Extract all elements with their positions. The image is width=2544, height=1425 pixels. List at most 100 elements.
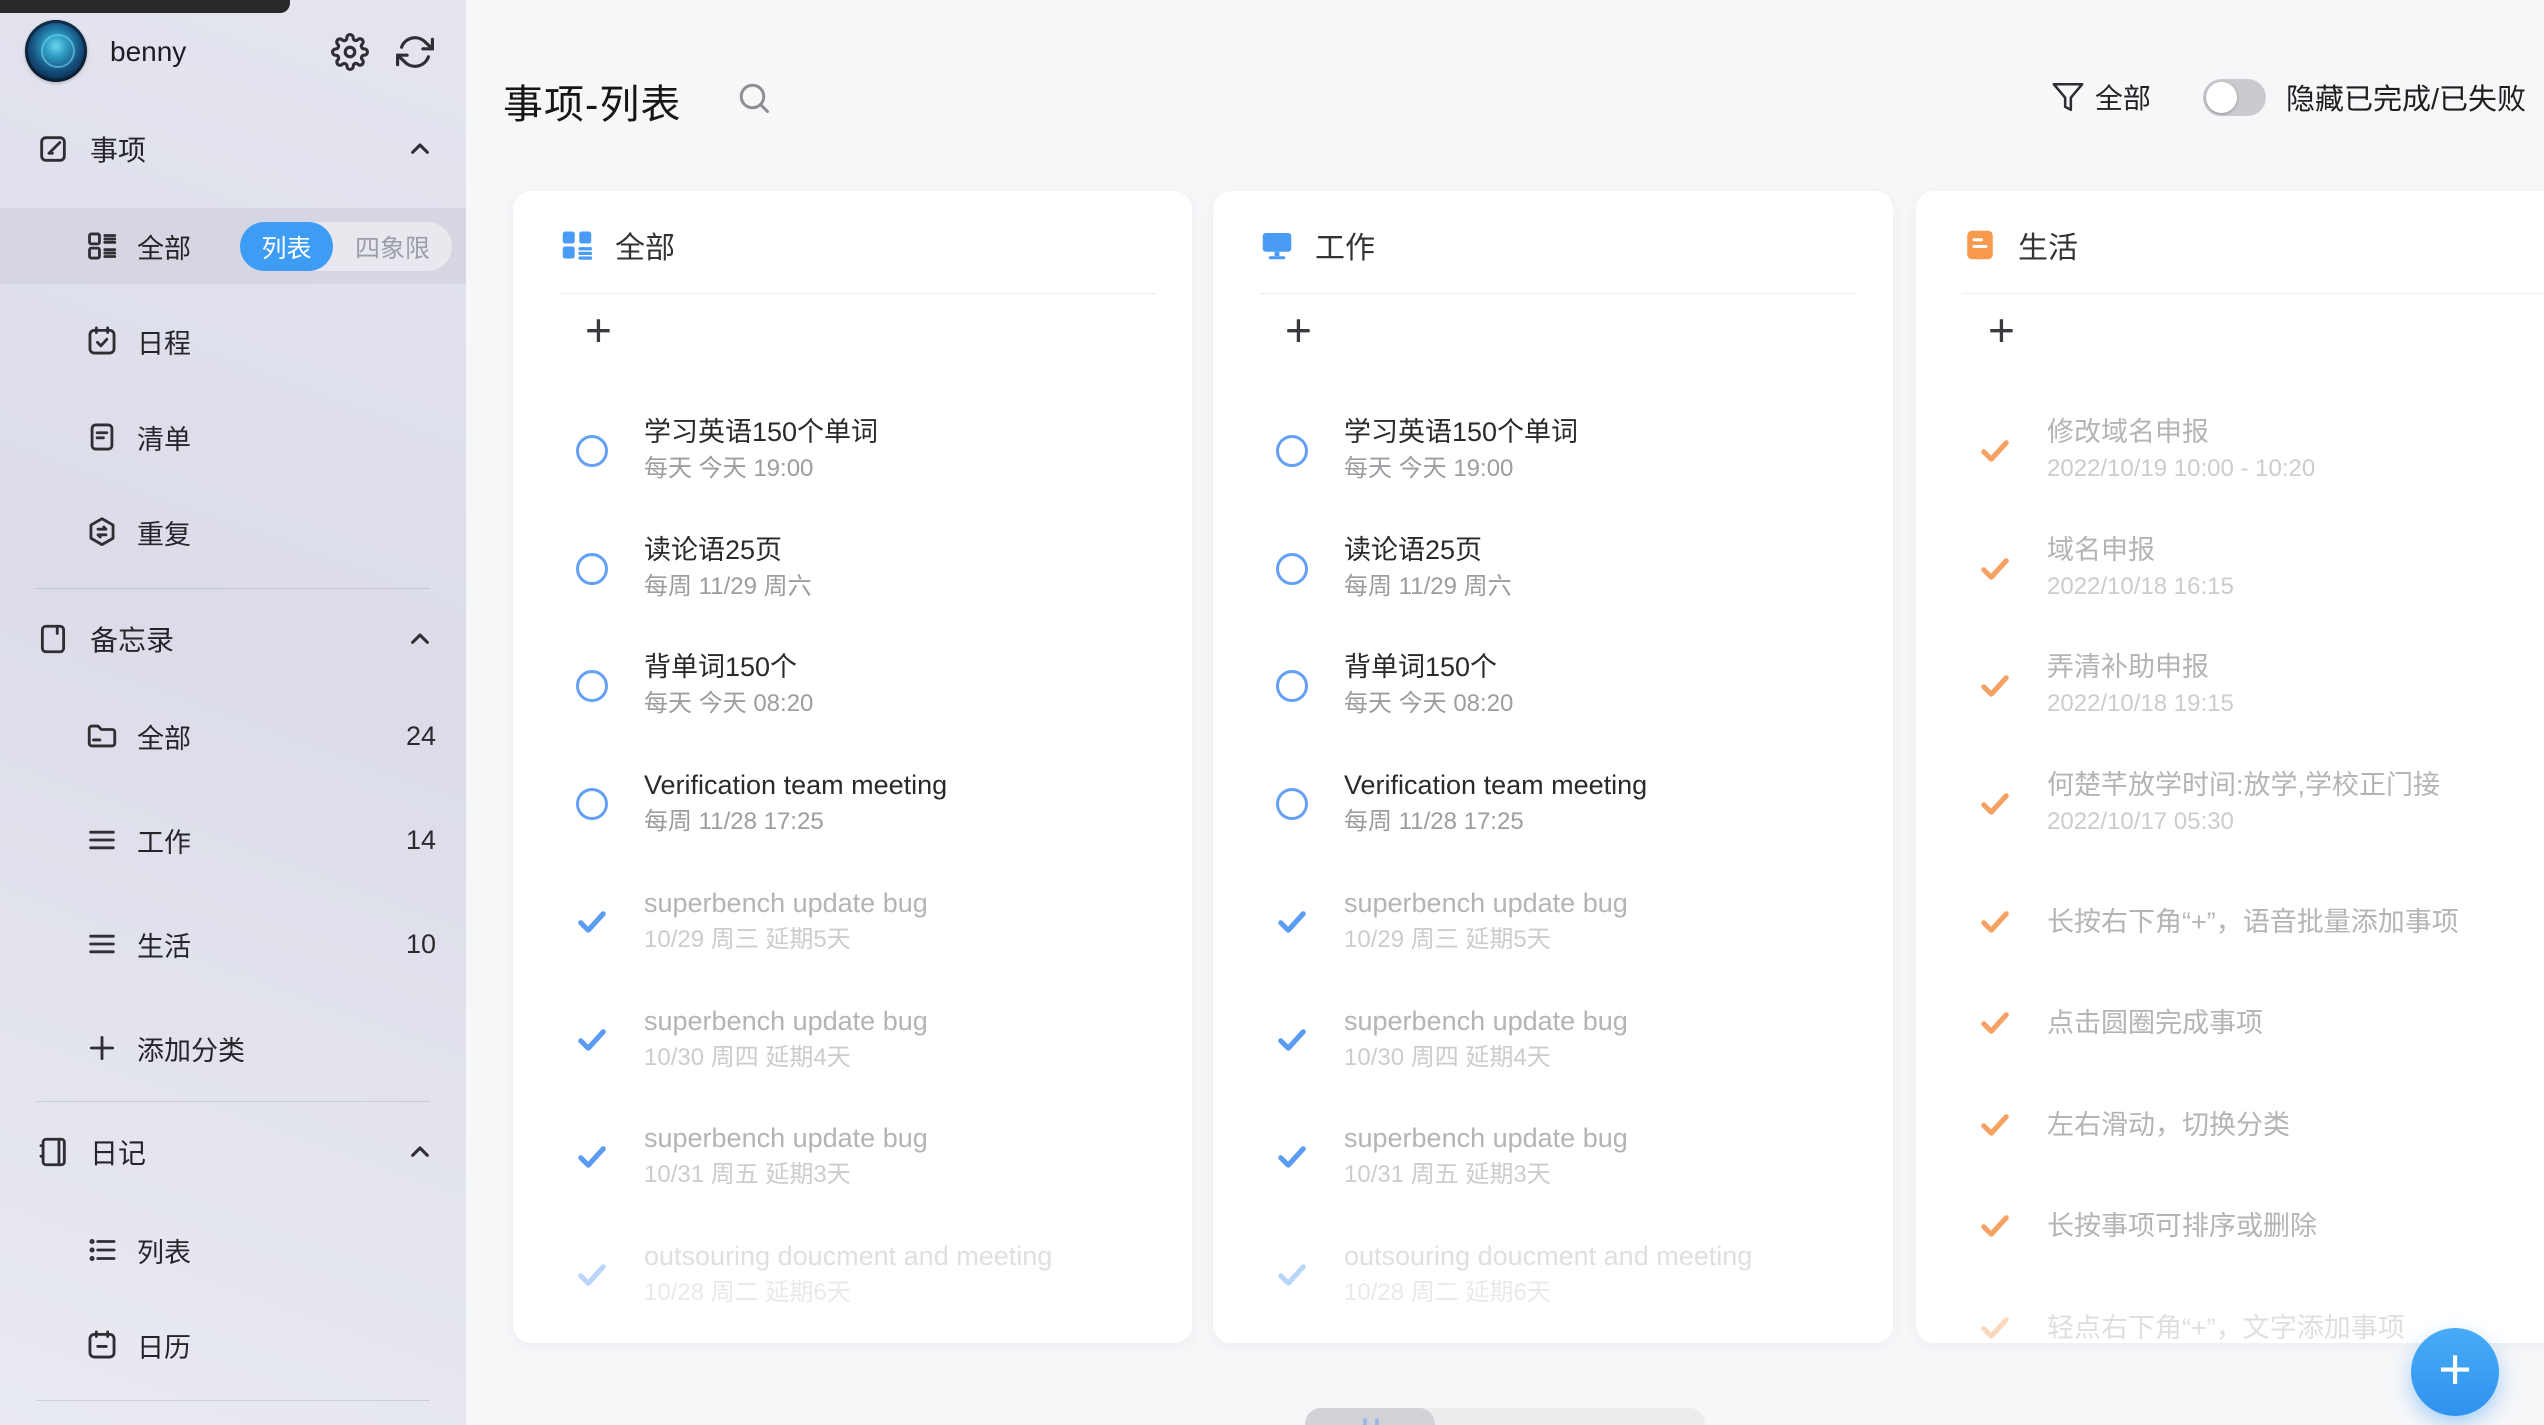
task-row[interactable]: 何楚芊放学时间:放学,学校正门接 2022/10/17 05:30 xyxy=(1916,756,2544,866)
task-row[interactable]: 学习英语150个单词 每天 今天 19:00 xyxy=(1213,403,1893,513)
task-row[interactable]: 读论语25页 每周 11/29 周六 xyxy=(1213,521,1893,631)
task-row[interactable]: 学习英语150个单词 每天 今天 19:00 xyxy=(513,403,1192,513)
task-title: 学习英语150个单词 xyxy=(1344,415,1578,449)
task-row[interactable]: Verification team meeting 每周 11/28 17:25 xyxy=(1213,756,1893,866)
check-icon[interactable] xyxy=(1977,904,2013,940)
check-icon[interactable] xyxy=(1274,1022,1310,1058)
search-icon[interactable] xyxy=(736,80,772,116)
add-task-button[interactable]: + xyxy=(585,307,612,353)
sidebar-section-1[interactable]: 备忘录 xyxy=(0,591,466,687)
task-title: 背单词150个 xyxy=(644,650,797,684)
task-subtitle: 2022/10/19 10:00 - 10:20 xyxy=(2047,454,2315,484)
check-icon[interactable] xyxy=(574,1139,610,1175)
task-row[interactable]: outsouring doucment and meeting 10/28 周二… xyxy=(1213,1227,1893,1337)
settings-gear-icon[interactable] xyxy=(331,33,369,71)
task-title: outsouring doucment and meeting xyxy=(644,1239,1052,1273)
task-circle[interactable] xyxy=(1276,435,1308,467)
check-icon[interactable] xyxy=(1977,433,2013,469)
task-row[interactable]: outsouring doucment and meeting 10/28 周二… xyxy=(513,1227,1192,1337)
task-row[interactable]: 弄清补助申报 2022/10/18 19:15 xyxy=(1916,638,2544,748)
check-icon[interactable] xyxy=(1977,786,2013,822)
sidebar-section-2[interactable]: 日记 xyxy=(0,1104,466,1200)
check-icon[interactable] xyxy=(1977,668,2013,704)
horizontal-scrollbar[interactable] xyxy=(1305,1408,1705,1425)
card-title: 工作 xyxy=(1315,223,1375,267)
task-row[interactable]: 修改域名申报 2022/10/19 10:00 - 10:20 xyxy=(1916,403,2544,513)
task-row[interactable]: superbench update bug 10/29 周三 延期5天 xyxy=(1213,874,1893,984)
filter-label[interactable]: 全部 xyxy=(2095,77,2151,117)
sidebar-item-日历[interactable]: 日历 xyxy=(0,1297,466,1393)
check-icon[interactable] xyxy=(1977,551,2013,587)
check-icon[interactable] xyxy=(1274,1257,1310,1293)
task-row[interactable]: 长按右下角“+”，语音批量添加事项 xyxy=(1916,874,2544,970)
task-title: 左右滑动，切换分类 xyxy=(2047,1108,2290,1142)
task-row[interactable]: superbench update bug 10/29 周三 延期5天 xyxy=(513,874,1192,984)
task-circle[interactable] xyxy=(1276,788,1308,820)
task-circle[interactable] xyxy=(576,553,608,585)
chevron-up-icon[interactable] xyxy=(404,1136,436,1168)
task-row[interactable]: 背单词150个 每天 今天 08:20 xyxy=(1213,638,1893,748)
check-icon[interactable] xyxy=(574,1022,610,1058)
task-circle[interactable] xyxy=(576,670,608,702)
task-row[interactable]: superbench update bug 10/30 周四 延期4天 xyxy=(1213,992,1893,1102)
task-row[interactable]: superbench update bug 10/30 周四 延期4天 xyxy=(513,992,1192,1102)
category-card-生活: 生活 + 修改域名申报 2022/10/19 10:00 - 10:20 域名申… xyxy=(1916,191,2544,1343)
user-row[interactable]: benny xyxy=(0,0,466,102)
sidebar-item-工作[interactable]: 工作 14 xyxy=(0,792,466,888)
sidebar-item-重复[interactable]: 重复 xyxy=(0,484,466,580)
task-circle[interactable] xyxy=(1276,670,1308,702)
task-row[interactable]: superbench update bug 10/31 周五 延期3天 xyxy=(1213,1109,1893,1219)
check-icon[interactable] xyxy=(1274,904,1310,940)
check-icon[interactable] xyxy=(574,904,610,940)
task-row[interactable]: Verification team meeting 每周 11/28 17:25 xyxy=(513,756,1192,866)
check-icon[interactable] xyxy=(1977,1005,2013,1041)
add-task-button[interactable]: + xyxy=(1988,307,2015,353)
monitor-blue-icon xyxy=(1259,227,1295,263)
sidebar-item-清单[interactable]: 清单 xyxy=(0,389,466,485)
sidebar-item-生活[interactable]: 生活 10 xyxy=(0,896,466,992)
task-row[interactable]: 点击圆圈完成事项 xyxy=(1916,975,2544,1071)
check-icon[interactable] xyxy=(1977,1107,2013,1143)
task-row[interactable]: 左右滑动，切换分类 xyxy=(1916,1077,2544,1173)
add-task-fab[interactable]: + xyxy=(2411,1328,2499,1416)
task-circle[interactable] xyxy=(1276,553,1308,585)
scrollbar-thumb[interactable] xyxy=(1305,1408,1435,1425)
folder-icon xyxy=(85,719,119,753)
toggle-knob xyxy=(2206,82,2237,113)
plus-icon: + xyxy=(2438,1341,2472,1399)
task-row[interactable]: 长按事项可排序或删除 xyxy=(1916,1178,2544,1274)
chevron-up-icon[interactable] xyxy=(404,623,436,655)
chevron-up-icon[interactable] xyxy=(404,133,436,165)
task-subtitle: 10/28 周二 延期6天 xyxy=(1344,1278,1551,1308)
sidebar-section-0[interactable]: 事项 xyxy=(0,101,466,197)
task-row[interactable]: 背单词150个 每天 今天 08:20 xyxy=(513,638,1192,748)
task-title: superbench update bug xyxy=(1344,1004,1628,1038)
hide-completed-toggle[interactable] xyxy=(2203,79,2266,116)
view-mode-list[interactable]: 列表 xyxy=(240,222,333,271)
view-mode-quadrant[interactable]: 四象限 xyxy=(333,222,452,271)
grid-list-icon xyxy=(85,229,119,263)
task-row[interactable]: 域名申报 2022/10/18 16:15 xyxy=(1916,521,2544,631)
task-circle[interactable] xyxy=(576,788,608,820)
task-title: 长按事项可排序或删除 xyxy=(2047,1209,2317,1243)
task-subtitle: 2022/10/17 05:30 xyxy=(2047,807,2234,837)
filter-funnel-icon[interactable] xyxy=(2051,80,2085,114)
check-icon[interactable] xyxy=(1977,1208,2013,1244)
task-row[interactable]: superbench update bug 10/31 周五 延期3天 xyxy=(513,1109,1192,1219)
check-icon[interactable] xyxy=(574,1257,610,1293)
view-mode-toggle: 列表 四象限 xyxy=(240,222,452,271)
task-row[interactable]: 读论语25页 每周 11/29 周六 xyxy=(513,521,1192,631)
task-title: 背单词150个 xyxy=(1344,650,1497,684)
sidebar-item-添加分类[interactable]: 添加分类 xyxy=(0,1000,466,1096)
task-circle[interactable] xyxy=(576,435,608,467)
check-icon[interactable] xyxy=(1977,1310,2013,1343)
sidebar-item-列表[interactable]: 列表 xyxy=(0,1202,466,1298)
task-title: 长按右下角“+”，语音批量添加事项 xyxy=(2047,905,2459,939)
task-subtitle: 2022/10/18 16:15 xyxy=(2047,572,2234,602)
sync-refresh-icon[interactable] xyxy=(396,33,434,71)
add-task-button[interactable]: + xyxy=(1285,307,1312,353)
check-icon[interactable] xyxy=(1274,1139,1310,1175)
sidebar-item-全部[interactable]: 全部 24 xyxy=(0,688,466,784)
sidebar-item-日程[interactable]: 日程 xyxy=(0,293,466,389)
avatar[interactable] xyxy=(25,20,87,82)
